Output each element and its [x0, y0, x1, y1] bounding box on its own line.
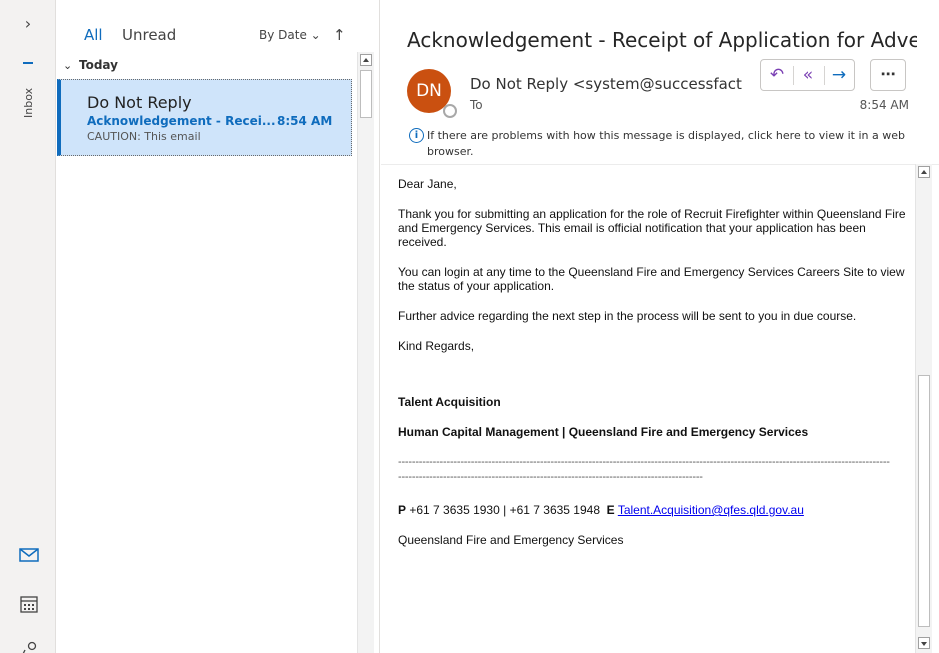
message-list-pane: All Unread By Date ⌄ ↑ ⌄ Today Do Not Rep… [57, 0, 380, 653]
infobar-text: If there are problems with how this mess… [427, 129, 905, 158]
message-sender: Do Not Reply [87, 93, 192, 112]
signature-name: Talent Acquisition [398, 395, 501, 409]
group-label: Today [79, 58, 118, 72]
signoff: Kind Regards, [398, 339, 475, 353]
reply-all-icon[interactable]: « [794, 63, 822, 87]
signature-divider: ----------------------------------------… [398, 456, 890, 468]
phone-label: P [398, 503, 407, 517]
reading-pane-scrollbar[interactable] [915, 164, 932, 653]
tab-all[interactable]: All [84, 26, 103, 44]
inbox-label: Inbox [22, 87, 35, 118]
body-paragraph: You can login at any time to the Queensl… [398, 265, 905, 293]
to-label: To [470, 98, 483, 112]
scroll-down-arrow-icon[interactable] [918, 637, 930, 649]
reply-icon[interactable]: ↶ [763, 63, 791, 87]
email-body-area: Dear Jane, Thank you for submitting an a… [381, 164, 939, 653]
people-icon[interactable] [18, 640, 40, 653]
reply-actions-group: ↶ « → [760, 59, 855, 91]
more-actions-button[interactable]: ⋯ [870, 59, 906, 91]
signature-department: Human Capital Management | Queensland Fi… [398, 425, 809, 439]
message-subject: Acknowledgement - Recei... [87, 114, 276, 128]
email-subject-title: Acknowledgement - Receipt of Application… [407, 28, 917, 52]
sent-time: 8:54 AM [859, 98, 909, 112]
email-link[interactable]: Talent.Acquisition@qfes.qld.gov.au [618, 503, 804, 517]
message-time: 8:54 AM [277, 114, 333, 128]
info-icon: i [409, 128, 424, 143]
signature-divider: ----------------------------------------… [398, 471, 703, 483]
organization: Queensland Fire and Emergency Services [398, 533, 624, 547]
scrollbar-thumb[interactable] [360, 70, 372, 118]
sort-by-date-dropdown[interactable]: By Date ⌄ [259, 28, 321, 42]
sort-direction-icon[interactable]: ↑ [333, 26, 346, 44]
display-problem-infobar[interactable]: i If there are problems with how this me… [409, 128, 919, 160]
list-item[interactable]: Do Not Reply Acknowledgement - Recei... … [57, 79, 352, 156]
scroll-up-arrow-icon[interactable] [918, 166, 930, 178]
inbox-folder[interactable]: Inbox [10, 50, 46, 118]
reading-pane: Acknowledgement - Receipt of Application… [381, 0, 939, 653]
message-list-scrollbar[interactable] [357, 52, 374, 653]
body-paragraph: Further advice regarding the next step i… [398, 309, 857, 323]
forward-icon[interactable]: → [825, 63, 853, 87]
email-body: Dear Jane, Thank you for submitting an a… [398, 177, 908, 563]
expand-folders-icon[interactable]: › [0, 14, 56, 36]
presence-status-icon [443, 104, 457, 118]
filter-tabs: All Unread By Date ⌄ ↑ [57, 0, 380, 52]
mail-icon[interactable] [18, 545, 40, 565]
scrollbar-thumb[interactable] [918, 375, 930, 627]
body-paragraph: Thank you for submitting an application … [398, 207, 906, 249]
email-label: E [606, 503, 615, 517]
phone-numbers: +61 7 3635 1930 | +61 7 3635 1948 [409, 503, 600, 517]
calendar-icon[interactable] [18, 594, 40, 614]
sender-address[interactable]: Do Not Reply <system@successfactors [470, 75, 742, 93]
left-rail: › Inbox [0, 0, 56, 653]
greeting: Dear Jane, [398, 177, 457, 191]
inbox-indicator [23, 62, 33, 64]
group-header-today[interactable]: ⌄ Today [63, 58, 353, 76]
message-preview: CAUTION: This email [87, 130, 201, 143]
tab-unread[interactable]: Unread [122, 26, 176, 44]
scroll-up-arrow-icon[interactable] [360, 54, 372, 66]
chevron-down-icon: ⌄ [63, 59, 73, 72]
contact-line: P +61 7 3635 1930 | +61 7 3635 1948 E Ta… [398, 503, 908, 517]
